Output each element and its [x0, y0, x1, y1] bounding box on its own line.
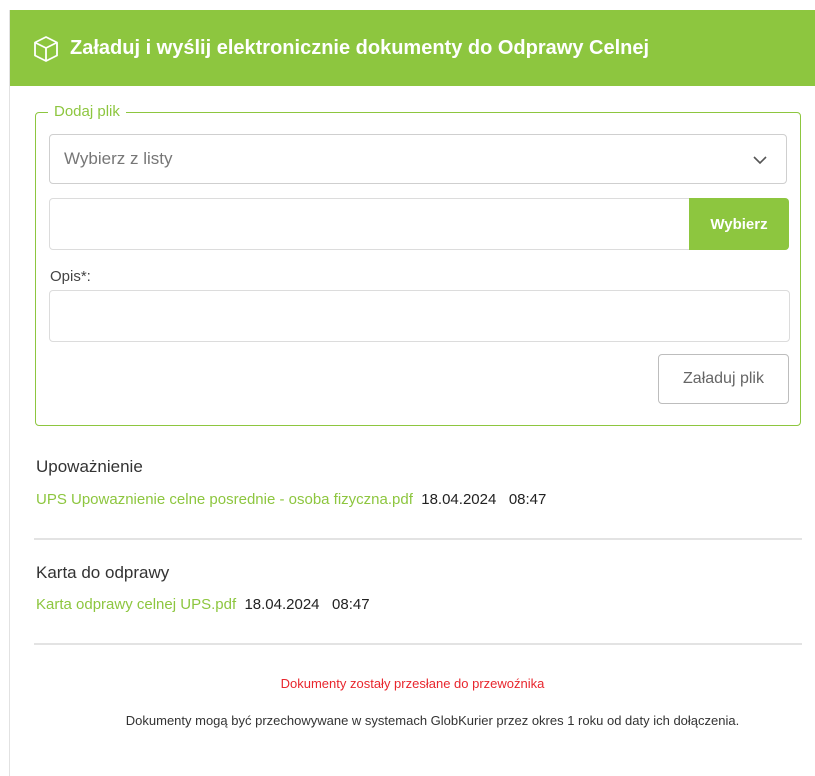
- file-name-field[interactable]: [50, 199, 690, 249]
- description-field[interactable]: [49, 290, 790, 342]
- add-file-legend: Dodaj plik: [54, 103, 120, 120]
- status-message: Dokumenty zostały przesłane do przewoźni…: [280, 676, 545, 691]
- document-row: Karta odprawy celnej UPS.pdf 18.04.2024 …: [36, 596, 370, 613]
- document-type-select-value: Wybierz z listy: [64, 149, 173, 168]
- description-label: Opis*:: [50, 268, 91, 285]
- retention-note: Dokumenty mogą być przechowywane w syste…: [125, 713, 740, 728]
- section-title-clearance-card: Karta do odprawy: [36, 563, 170, 582]
- panel-left-border: [9, 10, 10, 776]
- document-row: UPS Upowaznienie celne posrednie - osoba…: [36, 491, 546, 508]
- section-divider: [34, 643, 802, 645]
- document-type-select[interactable]: Wybierz z listy: [49, 134, 787, 184]
- section-divider: [34, 538, 802, 540]
- document-date: 18.04.2024: [244, 596, 320, 613]
- document-date: 18.04.2024: [421, 491, 497, 508]
- browse-file-button[interactable]: Wybierz: [689, 198, 789, 250]
- document-time: 08:47: [508, 491, 547, 508]
- file-picker: Wybierz: [49, 198, 789, 250]
- document-time: 08:47: [332, 596, 370, 613]
- document-link[interactable]: UPS Upowaznienie celne posrednie - osoba…: [36, 491, 413, 508]
- section-title-authorization: Upoważnienie: [36, 457, 143, 476]
- panel-header: Załaduj i wyślij elektronicznie dokument…: [10, 10, 815, 86]
- upload-file-button[interactable]: Załaduj plik: [658, 354, 789, 404]
- document-link[interactable]: Karta odprawy celnej UPS.pdf: [36, 596, 236, 613]
- chevron-down-icon: [752, 152, 768, 168]
- box-icon: [32, 35, 60, 63]
- page-title: Załaduj i wyślij elektronicznie dokument…: [70, 37, 650, 59]
